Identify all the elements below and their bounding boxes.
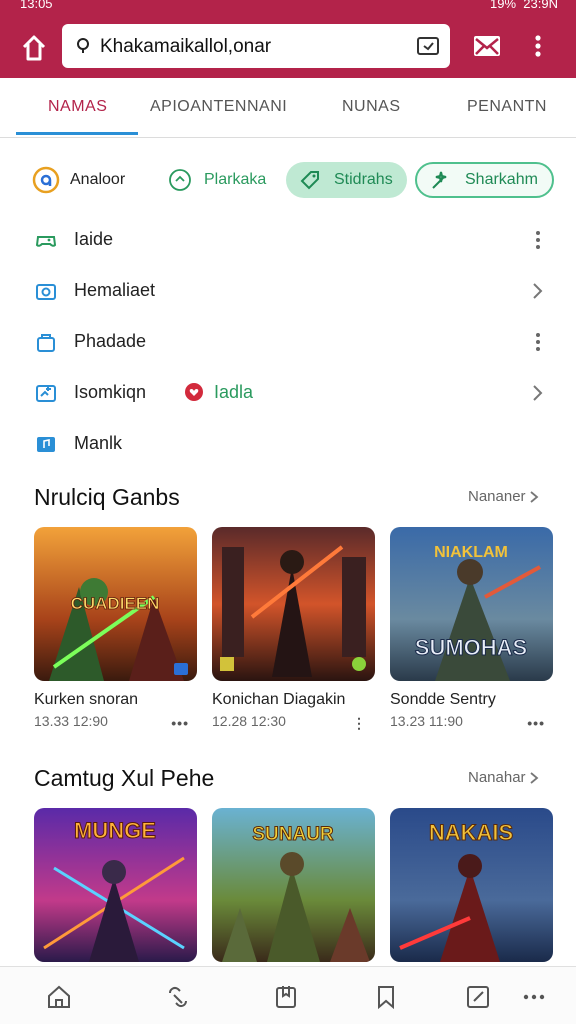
status-time: 13:05 (20, 0, 53, 11)
more-vertical-icon[interactable] (532, 228, 544, 252)
music-file-icon (37, 437, 55, 452)
game-card[interactable]: MUNGE (34, 808, 197, 962)
more-vertical-icon[interactable] (532, 330, 544, 354)
game-thumbnail[interactable]: NIAKLAM SUMOHAS (390, 527, 553, 681)
svg-text:NIAKLAM: NIAKLAM (434, 544, 508, 561)
camera-icon (36, 284, 56, 300)
edit-icon[interactable] (464, 983, 492, 1011)
game-thumbnail[interactable]: CUADIEEN (34, 527, 197, 681)
see-more-link[interactable]: Nanahar (468, 769, 539, 786)
circle-chevron-icon (169, 169, 191, 191)
search-icon (77, 38, 89, 53)
game-thumbnail[interactable]: NAKAIS (390, 808, 553, 962)
tag-icon (300, 171, 319, 190)
bookmark-icon[interactable] (372, 983, 400, 1011)
game-art-title: SUNAUR (252, 824, 334, 845)
bottom-navigation (0, 966, 576, 1024)
home-icon (22, 35, 46, 61)
tab-penantn[interactable]: PENANTN (467, 98, 547, 116)
url-bar[interactable]: Khakamaikallol,onar (62, 24, 450, 68)
gamepad-icon (35, 236, 57, 247)
menu-list: Iaide Hemaliaet Phadade Isomkiqn Iadla M… (0, 214, 576, 469)
menu-item-isomkiqn[interactable]: Isomkiqn Iadla (0, 367, 576, 418)
heart-icon (185, 383, 203, 401)
game-card[interactable]: NAKAIS (390, 808, 553, 962)
overflow-menu-button[interactable] (528, 30, 548, 62)
mail-button[interactable] (472, 32, 502, 60)
game-meta: 13.23 11:90 ••• (390, 713, 545, 731)
status-bar: 13:05 19% 23:9N (0, 0, 576, 14)
game-art-title: MUNGE (74, 818, 156, 843)
bookmark-folder-icon[interactable] (272, 983, 300, 1011)
more-icon[interactable] (520, 983, 548, 1011)
game-thumbnail[interactable] (212, 527, 375, 681)
game-card[interactable]: CUADIEEN Kurken snoran 13.33 12:90 ••• (34, 527, 197, 731)
chip-stidrahs[interactable]: Stidrahs (286, 162, 407, 198)
more-horizontal-icon[interactable]: ••• (527, 715, 545, 731)
section-title: Camtug Xul Pehe (34, 765, 215, 791)
url-text[interactable]: Khakamaikallol,onar (100, 36, 271, 58)
more-vertical-icon (535, 35, 541, 57)
menu-item-hemaliaet[interactable]: Hemaliaet (0, 265, 576, 316)
tab-bar: NAMAS APIOANTENNANI NUNAS PENANTN (0, 78, 576, 138)
see-more-link[interactable]: Nananer (468, 488, 539, 505)
game-art-title: CUADIEEN (71, 594, 160, 613)
menu-tag: Iadla (214, 382, 254, 402)
game-thumbnail[interactable]: SUNAUR (212, 808, 375, 962)
game-meta: 12.28 12:30 ⋮ (212, 713, 367, 732)
game-title: Konichan Diagakin (212, 691, 346, 708)
menu-item-phadade[interactable]: Phadade (0, 316, 576, 367)
bag-icon (37, 334, 55, 352)
mail-icon (474, 36, 500, 56)
image-add-icon (36, 385, 56, 402)
chevron-right-icon[interactable] (530, 383, 544, 403)
game-art-title: NAKAIS (429, 820, 513, 845)
filter-chips: Analoor Plarkaka Stidrahs Sharkahm (30, 160, 554, 200)
chevron-right-icon[interactable] (530, 281, 544, 301)
game-meta: 13.33 12:90 ••• (34, 713, 189, 731)
chip-analoor[interactable]: Analoor (32, 162, 125, 198)
section-title: Nrulciq Ganbs (34, 484, 180, 510)
brand-circle-icon (32, 166, 60, 194)
home-icon[interactable] (45, 983, 73, 1011)
game-thumbnail[interactable]: MUNGE (34, 808, 197, 962)
active-tab-indicator (16, 132, 138, 135)
tab-apioantennani[interactable]: APIOANTENNANI (150, 98, 287, 116)
more-horizontal-icon[interactable]: ••• (171, 715, 189, 731)
game-art-title: SUMOHAS (415, 635, 527, 660)
tab-namas[interactable]: NAMAS (48, 98, 107, 116)
menu-item-iaide[interactable]: Iaide (0, 214, 576, 265)
tabs-icon[interactable] (416, 35, 440, 57)
sparkle-pen-icon (432, 171, 447, 189)
more-vertical-icon[interactable]: ⋮ (352, 715, 367, 732)
game-card[interactable]: Konichan Diagakin 12.28 12:30 ⋮ (212, 527, 375, 732)
game-title: Sondde Sentry (390, 691, 496, 708)
chevron-right-icon (529, 772, 538, 784)
game-title: Kurken snoran (34, 691, 139, 708)
game-card[interactable]: SUNAUR (212, 808, 375, 962)
menu-item-manlk[interactable]: Manlk (0, 418, 576, 469)
home-button[interactable] (18, 32, 50, 64)
chip-sharkahm[interactable]: Sharkahm (415, 162, 554, 198)
status-battery-time: 19% 23:9N (490, 0, 558, 11)
game-card[interactable]: NIAKLAM SUMOHAS Sondde Sentry 13.23 11:9… (390, 527, 553, 731)
link-icon[interactable] (164, 983, 192, 1011)
app-bar: Khakamaikallol,onar (0, 14, 576, 78)
tab-nunas[interactable]: NUNAS (342, 98, 401, 116)
chip-plarkaka[interactable]: Plarkaka (166, 162, 266, 198)
chevron-right-icon (529, 491, 538, 503)
